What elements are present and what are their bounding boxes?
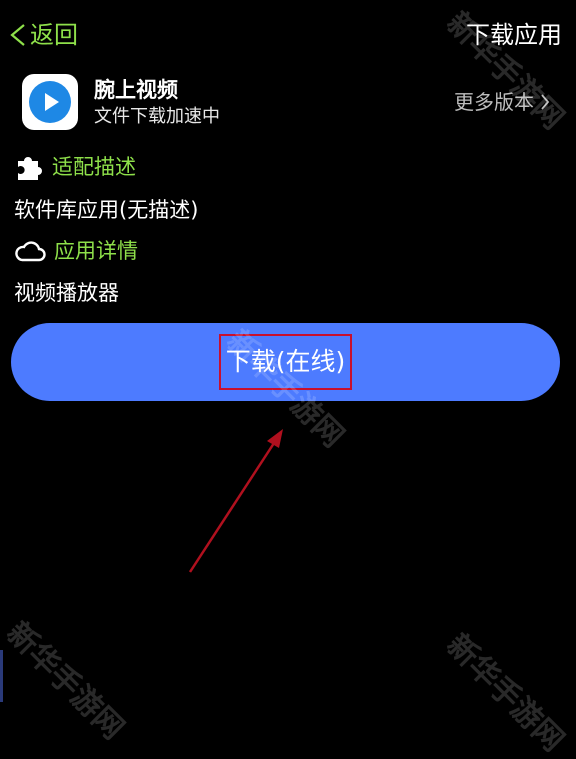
edge-strip: [0, 650, 3, 702]
play-icon: [29, 81, 71, 123]
cloud-icon: [15, 241, 46, 262]
watermark: 新华手游网: [439, 627, 571, 759]
chevron-left-icon: [10, 24, 25, 46]
section-details-text: 视频播放器: [14, 281, 119, 305]
section-compat-heading: 适配描述: [14, 152, 136, 182]
app-icon: [22, 74, 78, 130]
section-heading-label: 适配描述: [52, 155, 136, 179]
app-name: 腕上视频: [94, 78, 178, 102]
section-heading-label: 应用详情: [54, 239, 138, 263]
section-compat-text: 软件库应用(无描述): [14, 198, 199, 222]
back-label: 返回: [30, 21, 78, 49]
puzzle-icon: [18, 157, 42, 180]
watermark: 新华手游网: [0, 615, 131, 747]
back-button[interactable]: 返回: [8, 18, 78, 52]
section-details-heading: 应用详情: [14, 236, 138, 266]
app-status: 文件下载加速中: [94, 106, 220, 127]
